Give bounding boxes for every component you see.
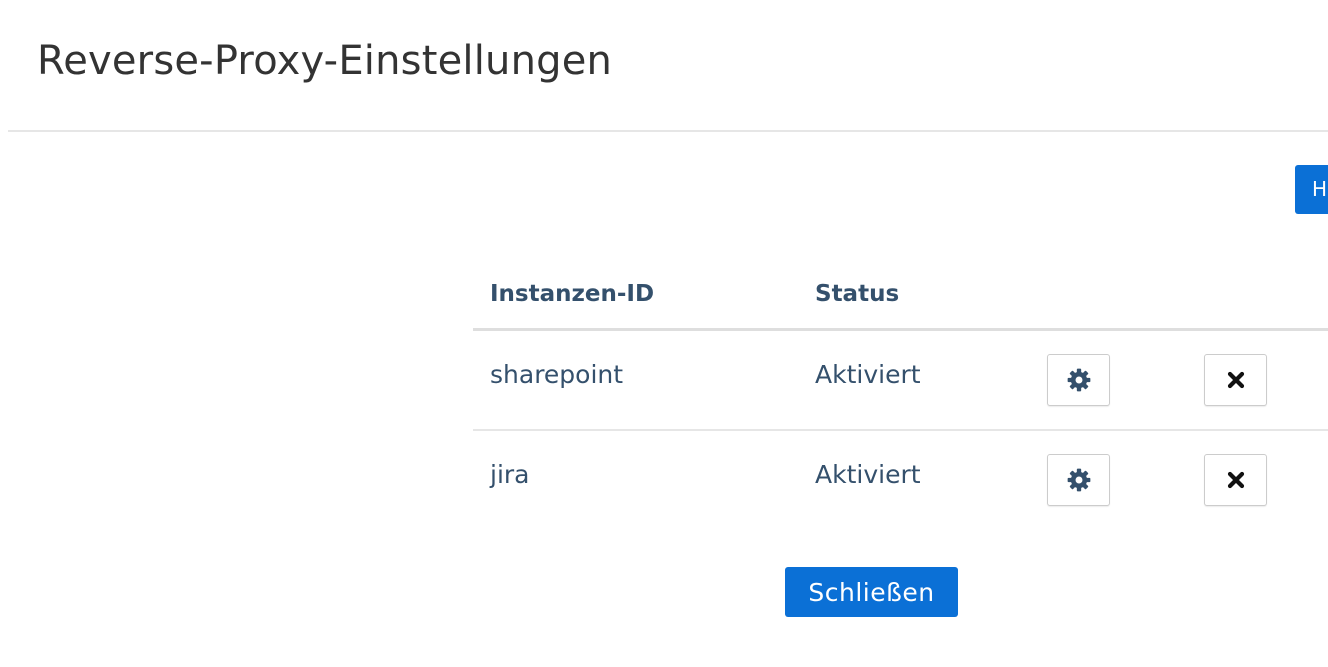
status-cell: Aktiviert (798, 329, 1030, 431)
dialog-title: Reverse-Proxy-Einstellungen (37, 38, 613, 84)
delete-button[interactable] (1204, 354, 1267, 406)
table-row: sharepoint Aktiviert (473, 329, 1328, 431)
proxy-table: Instanzen-ID Status sharepoint Aktiviert (473, 260, 1328, 529)
delete-cell (1187, 329, 1328, 431)
add-button[interactable]: H (1295, 165, 1328, 214)
column-header-status[interactable]: Status (798, 260, 1030, 331)
close-icon (1226, 470, 1246, 490)
header-divider (8, 130, 1328, 132)
delete-cell (1187, 430, 1328, 529)
status-cell: Aktiviert (815, 459, 921, 489)
reverse-proxy-dialog: Reverse-Proxy-Einstellungen H Instanzen-… (0, 0, 1328, 667)
column-header-instance-id[interactable]: Instanzen-ID (473, 260, 798, 331)
instance-id-cell: sharepoint (473, 329, 798, 431)
settings-cell (1030, 430, 1187, 529)
column-header-delete (1187, 260, 1328, 331)
settings-button[interactable] (1047, 354, 1110, 406)
settings-cell (1030, 329, 1187, 431)
delete-button[interactable] (1204, 454, 1267, 506)
gear-icon (1066, 467, 1092, 493)
instance-id-cell: jira (490, 459, 530, 489)
settings-button[interactable] (1047, 454, 1110, 506)
table-header-row: Instanzen-ID Status (473, 260, 1328, 331)
column-header-settings (1030, 260, 1187, 331)
table-row: jira Aktiviert (473, 430, 1328, 529)
close-icon (1226, 370, 1246, 390)
close-button[interactable]: Schließen (785, 567, 958, 617)
gear-icon (1066, 367, 1092, 393)
